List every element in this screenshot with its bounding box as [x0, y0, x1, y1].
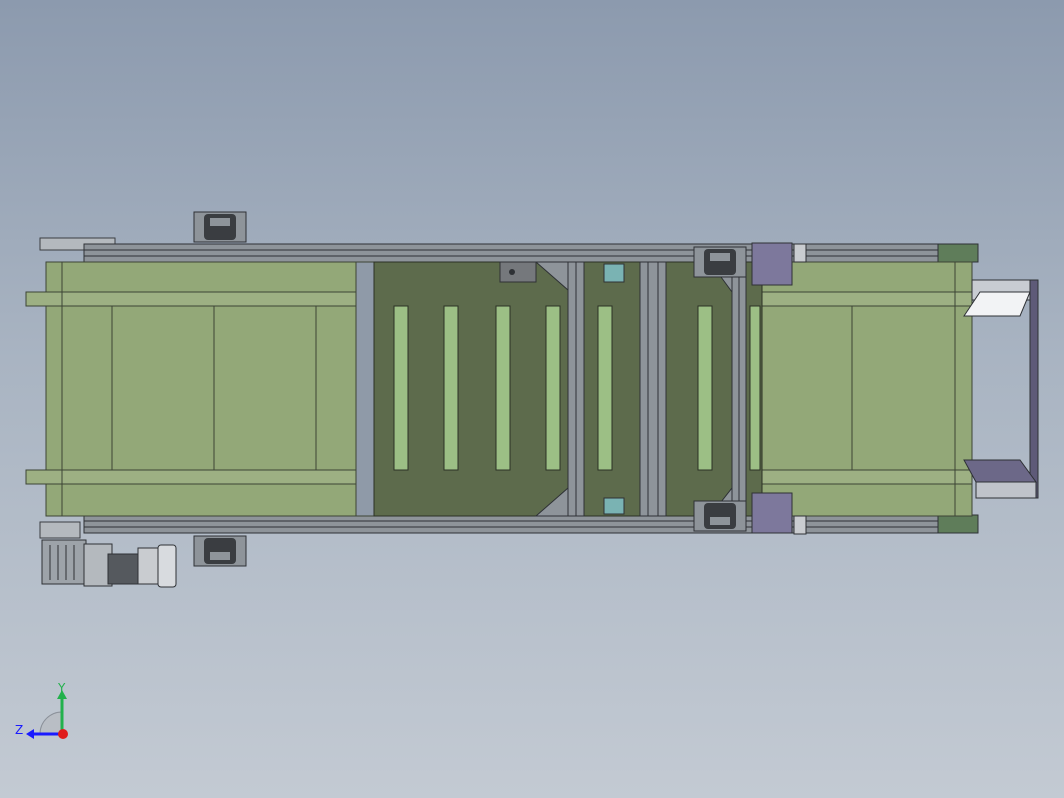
caster-bottom-left	[193, 535, 247, 567]
top-frame-rail	[39, 237, 979, 263]
x-axis-dot	[58, 729, 68, 739]
y-axis-label: Y	[57, 681, 66, 695]
orientation-triad: Y Z	[15, 681, 68, 739]
bottom-frame-rail	[39, 514, 979, 539]
caster-bottom-right	[693, 500, 747, 532]
right-end-hopper	[963, 279, 1039, 499]
drive-motor	[41, 539, 177, 588]
caster-top-left	[193, 211, 247, 243]
z-axis-label: Z	[15, 723, 23, 737]
caster-top-right	[693, 246, 747, 278]
conveyor-model: Y Z	[15, 211, 1039, 739]
cad-viewport[interactable]: Y Z	[0, 0, 1064, 798]
